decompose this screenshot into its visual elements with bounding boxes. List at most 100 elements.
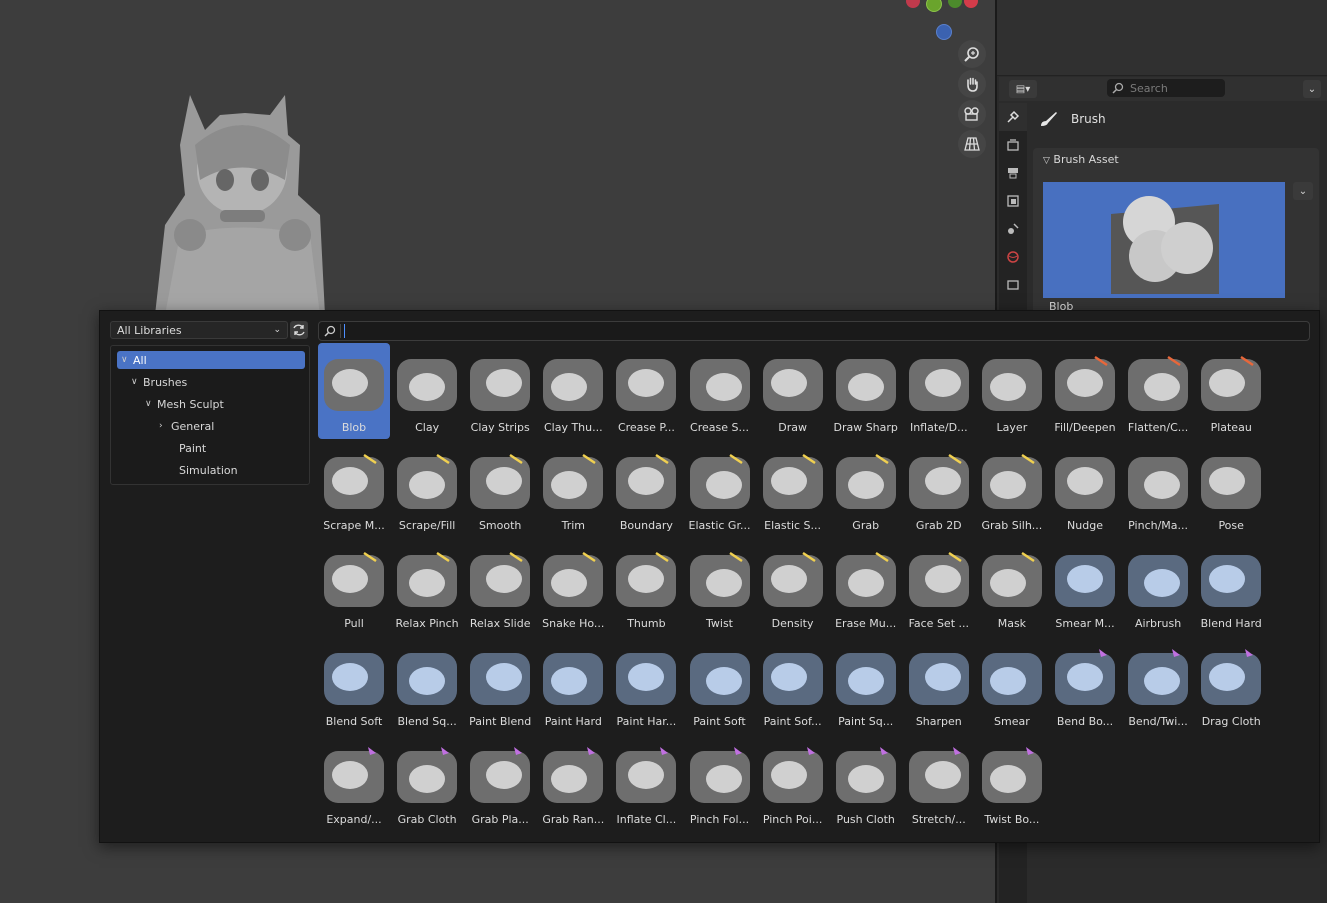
brush-tile[interactable]: Pinch Fol... [684,735,756,831]
brush-tile[interactable]: Draw [757,343,829,439]
brush-tile[interactable]: Clay [391,343,463,439]
brush-tile[interactable]: Face Set ... [903,539,975,635]
scene-icon[interactable] [999,215,1027,243]
brush-tile[interactable]: Relax Slide [464,539,536,635]
asset-dropdown-button[interactable]: ⌄ [1293,182,1313,200]
render-icon[interactable] [999,131,1027,159]
catalog-item[interactable]: ∨ Brushes [131,373,187,391]
brush-tile[interactable]: Bend/Twi... [1122,637,1194,733]
brush-tile[interactable]: Expand/... [318,735,390,831]
brush-tile[interactable]: Mask [976,539,1048,635]
gizmo-neg-z-dot[interactable] [936,24,952,40]
brush-asset-header[interactable]: ▽ Brush Asset [1033,148,1319,173]
brush-tile[interactable]: Snake Ho... [537,539,609,635]
editor-type-button[interactable]: ▤▾ [1009,80,1037,98]
brush-tile[interactable]: Flatten/C... [1122,343,1194,439]
brush-tile[interactable]: Inflate/D... [903,343,975,439]
camera-icon[interactable] [958,100,986,128]
brush-tile[interactable]: Boundary [610,441,682,537]
brush-tile[interactable]: Airbrush [1122,539,1194,635]
brush-tile[interactable]: Grab 2D [903,441,975,537]
chevron-down-icon[interactable]: ∨ [131,377,143,387]
brush-thumbnail [1201,555,1262,607]
catalog-item[interactable]: Paint [159,439,206,457]
chevron-down-icon[interactable]: ∨ [121,355,133,365]
brush-tile[interactable]: Blob [318,343,390,439]
brush-tile[interactable]: Grab Cloth [391,735,463,831]
brush-tile[interactable]: Blend Soft [318,637,390,733]
brush-tile[interactable]: Trim [537,441,609,537]
brush-tile[interactable]: Clay Thu... [537,343,609,439]
brush-tile[interactable]: Fill/Deepen [1049,343,1121,439]
library-select[interactable]: All Libraries ⌄ [110,321,288,339]
gizmo-x-axis[interactable] [964,0,978,8]
brush-tile[interactable]: Blend Hard [1195,539,1267,635]
brush-tile[interactable]: Paint Soft [684,637,756,733]
brush-tile[interactable]: Blend Sq... [391,637,463,733]
brush-tile[interactable]: Draw Sharp [830,343,902,439]
brush-tile[interactable]: Pull [318,539,390,635]
brush-asset-preview[interactable] [1043,182,1285,298]
brush-tile[interactable]: Pose [1195,441,1267,537]
options-dropdown[interactable]: ⌄ [1303,80,1321,98]
chevron-right-icon[interactable]: › [159,421,171,431]
brush-tile[interactable]: Paint Hard [537,637,609,733]
collection-icon[interactable] [999,271,1027,299]
zoom-icon[interactable] [958,40,986,68]
brush-tile[interactable]: Relax Pinch [391,539,463,635]
brush-tile[interactable]: Density [757,539,829,635]
brush-tile[interactable]: Clay Strips [464,343,536,439]
brush-tile[interactable]: Erase Mu... [830,539,902,635]
brush-tile[interactable]: Paint Blend [464,637,536,733]
brush-tile[interactable]: Smear [976,637,1048,733]
brush-tile[interactable]: Nudge [1049,441,1121,537]
brush-tile[interactable]: Layer [976,343,1048,439]
brush-tile[interactable]: Scrape/Fill [391,441,463,537]
gizmo-y-dot[interactable] [926,0,942,12]
brush-tile[interactable]: Elastic Gr... [684,441,756,537]
gizmo-z-dot[interactable] [948,0,962,8]
brush-tile[interactable]: Grab [830,441,902,537]
brush-tile[interactable]: Grab Pla... [464,735,536,831]
brush-tile[interactable]: Smear M... [1049,539,1121,635]
brush-tile[interactable]: Stretch/... [903,735,975,831]
catalog-item[interactable]: › General [159,417,214,435]
hand-icon[interactable] [958,70,986,98]
output-icon[interactable] [999,159,1027,187]
refresh-icon[interactable] [290,321,308,339]
brush-tile[interactable]: Twist [684,539,756,635]
brush-tile[interactable]: Twist Bo... [976,735,1048,831]
brush-tile[interactable]: Paint Sof... [757,637,829,733]
brush-tile[interactable]: Sharpen [903,637,975,733]
brush-tile[interactable]: Thumb [610,539,682,635]
brush-tile[interactable]: Drag Cloth [1195,637,1267,733]
brush-tile[interactable]: Paint Sq... [830,637,902,733]
brush-tile[interactable]: Inflate Cl... [610,735,682,831]
brush-tile[interactable]: Scrape M... [318,441,390,537]
brush-tile[interactable]: Pinch/Ma... [1122,441,1194,537]
catalog-item[interactable]: ∨ Mesh Sculpt [145,395,224,413]
brush-tile[interactable]: Paint Har... [610,637,682,733]
brush-tile[interactable]: Pinch Poi... [757,735,829,831]
brush-tile[interactable]: Bend Bo... [1049,637,1121,733]
view-layer-icon[interactable] [999,187,1027,215]
brush-thumbnail [397,453,458,509]
brush-tile[interactable]: Smooth [464,441,536,537]
catalog-item[interactable]: Simulation [159,461,238,479]
brush-tile[interactable]: Plateau [1195,343,1267,439]
catalog-item[interactable]: ∨ All [117,351,305,369]
world-icon[interactable] [999,243,1027,271]
brush-tile[interactable]: Crease S... [684,343,756,439]
brush-thumbnail [616,653,677,705]
gizmo-x-dot[interactable] [906,0,920,8]
properties-search-input[interactable]: Search [1107,79,1225,97]
chevron-down-icon[interactable]: ∨ [145,399,157,409]
tool-icon[interactable] [999,103,1027,131]
brush-tile[interactable]: Push Cloth [830,735,902,831]
brush-tile[interactable]: Grab Ran... [537,735,609,831]
asset-search-input[interactable] [318,321,1310,341]
grid-icon[interactable] [958,130,986,158]
brush-tile[interactable]: Crease P... [610,343,682,439]
brush-tile[interactable]: Elastic S... [757,441,829,537]
brush-tile[interactable]: Grab Silh... [976,441,1048,537]
